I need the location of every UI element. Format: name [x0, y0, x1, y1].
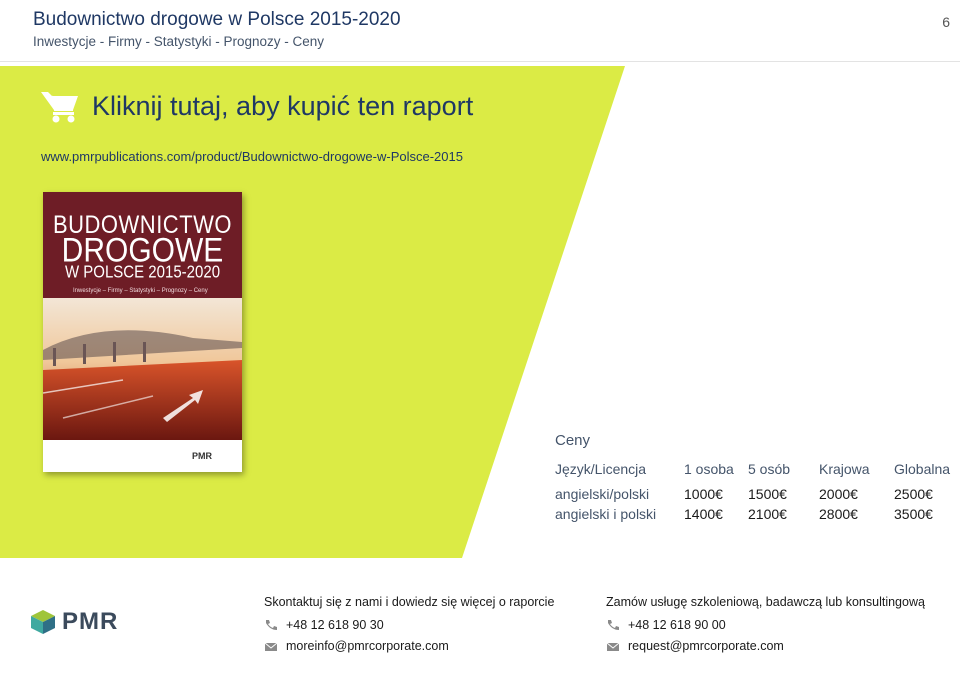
page-footer: PMR Skontaktuj się z nami i dowiedz się …: [0, 561, 960, 679]
phone-icon: [608, 620, 619, 630]
services-email-text: request@pmrcorporate.com: [628, 639, 784, 653]
row-language: angielski i polski: [555, 506, 657, 522]
cover-pmr-logo: PMR: [192, 451, 212, 461]
price-1-person: 1400€: [684, 506, 723, 522]
buy-report-label: Kliknij tutaj, aby kupić ten raport: [92, 90, 474, 121]
header-1-person: 1 osoba: [684, 461, 734, 477]
contact-heading: Skontaktuj się z nami i dowiedz się więc…: [264, 595, 555, 609]
services-phone-text: +48 12 618 90 00: [628, 618, 726, 632]
contact-phone-text: +48 12 618 90 30: [286, 618, 384, 632]
report-subtitle: Inwestycje - Firmy - Statystyki - Progno…: [33, 34, 325, 49]
services-heading: Zamów usługę szkoleniową, badawczą lub k…: [606, 595, 925, 609]
price-national: 2000€: [819, 486, 858, 502]
header-global: Globalna: [894, 461, 951, 477]
header-5-persons: 5 osób: [748, 461, 791, 477]
cover-title-line3: W POLSCE 2015-2020: [64, 262, 221, 283]
email-icon: [264, 642, 278, 651]
buy-report-link[interactable]: Kliknij tutaj, aby kupić ten raport: [40, 88, 473, 124]
report-cover-image[interactable]: BUDOWNICTWO DROGOWE W POLSCE 2015-2020 I…: [43, 192, 242, 472]
header-national: Krajowa: [819, 461, 870, 477]
services-email[interactable]: request@pmrcorporate.com: [606, 639, 784, 653]
pmr-cube-icon: [31, 610, 55, 634]
cover-road-photo: [43, 298, 242, 440]
page-header: Budownictwo drogowe w Polsce 2015-2020 I…: [0, 0, 960, 62]
header-language: Język/Licencja: [555, 461, 647, 477]
report-title: Budownictwo drogowe w Polsce 2015-2020: [33, 9, 401, 30]
price-global: 3500€: [894, 506, 933, 522]
pmr-logo-text: PMR: [62, 608, 119, 635]
phone-icon: [266, 620, 277, 630]
prices-title: Ceny: [555, 432, 591, 449]
pmr-logo[interactable]: PMR: [30, 608, 118, 636]
cover-subtitle: Inwestycje – Firmy – Statystyki – Progno…: [73, 288, 208, 294]
cover-footer: PMR: [43, 440, 242, 472]
shopping-cart-icon: [41, 92, 78, 123]
header-divider: [0, 61, 960, 62]
price-1-person: 1000€: [684, 486, 723, 502]
contact-phone[interactable]: +48 12 618 90 30: [264, 618, 384, 632]
price-global: 2500€: [894, 486, 933, 502]
services-phone[interactable]: +48 12 618 90 00: [606, 618, 726, 632]
contact-email-text: moreinfo@pmrcorporate.com: [286, 639, 449, 653]
price-5-persons: 2100€: [748, 506, 787, 522]
price-5-persons: 1500€: [748, 486, 787, 502]
page-number: 6: [942, 14, 950, 30]
row-language: angielski/polski: [555, 486, 650, 502]
contact-email[interactable]: moreinfo@pmrcorporate.com: [264, 639, 449, 653]
product-url-link[interactable]: www.pmrpublications.com/product/Budownic…: [41, 149, 463, 164]
price-national: 2800€: [819, 506, 858, 522]
email-icon: [606, 642, 620, 651]
